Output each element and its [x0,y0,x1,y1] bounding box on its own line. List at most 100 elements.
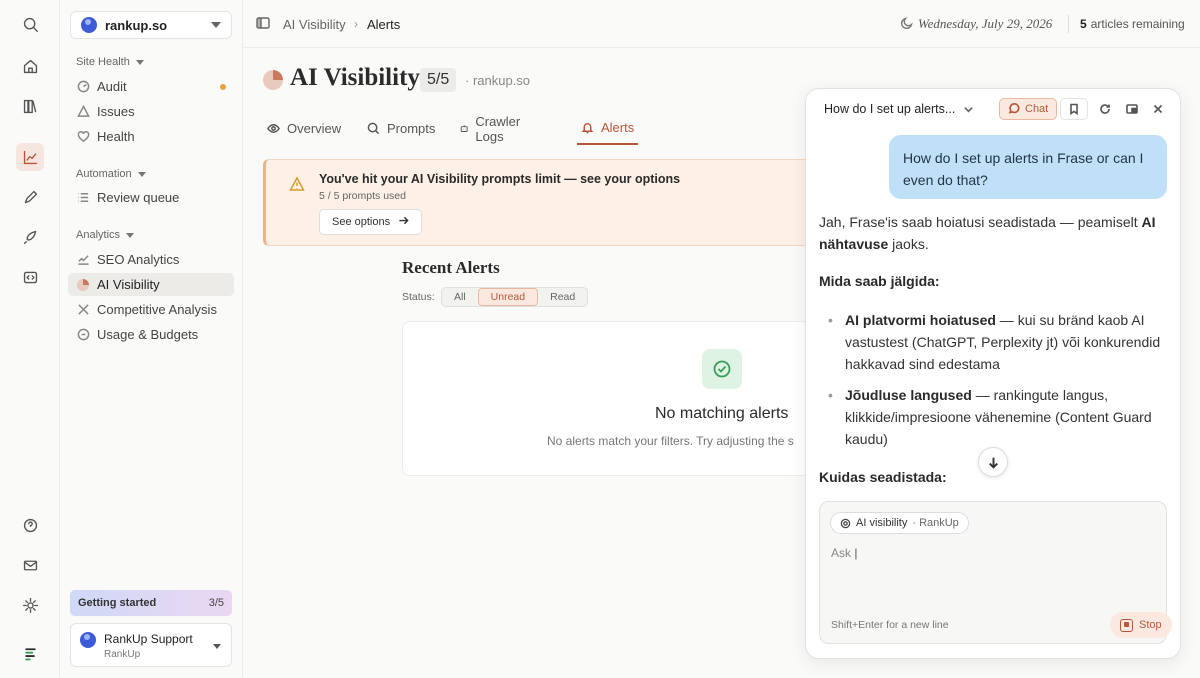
workspace-avatar [81,17,97,33]
breadcrumb-parent[interactable]: AI Visibility [283,17,346,32]
articles-label: articles remaining [1090,17,1185,31]
filter-read[interactable]: Read [538,288,587,306]
breadcrumb-current: Alerts [367,17,401,32]
arrow-right-icon [398,215,409,229]
check-circle-icon [702,349,742,389]
caret-down-icon [135,59,144,65]
scroll-down-button[interactable] [978,447,1008,477]
assistant-heading: Mida saab jälgida: [819,270,1169,292]
text-bold: Jõudluse langused [845,387,972,403]
sidebar-item-label: Review queue [97,190,180,205]
input-hint: Shift+Enter for a new line [831,619,949,631]
chat-input[interactable]: Ask | [831,546,857,560]
sidebar-item-usage-budgets[interactable]: Usage & Budgets [68,323,234,346]
heading-text: Kuidas seadistada: [819,469,947,485]
empty-subtitle: No alerts match your filters. Try adjust… [547,434,794,448]
chip-sub: · RankUp [912,517,959,529]
assistant-intro: Jah, Frase'is saab hoiatusi seadistada —… [819,211,1169,255]
tab-label: Crawler Logs [475,113,521,144]
see-options-button[interactable]: See options [319,209,423,235]
target-icon [840,518,851,528]
heart-icon [76,130,90,144]
mail-icon[interactable] [16,551,44,579]
home-icon[interactable] [16,52,44,80]
sidebar-item-label: Health [97,129,135,144]
rocket-icon[interactable] [16,223,44,251]
close-icon[interactable] [1150,101,1166,117]
button-label: See options [332,216,391,228]
window-icon[interactable] [1124,101,1140,117]
status-filter: All Unread Read [441,287,589,307]
help-icon[interactable] [16,511,44,539]
code-icon[interactable] [16,263,44,291]
stop-button[interactable]: Stop [1110,612,1172,638]
notification-dot [220,83,226,90]
conversation-selector[interactable]: How do I set up alerts... [824,102,974,116]
sidebar-item-label: Usage & Budgets [97,327,199,342]
sidebar-item-seo-analytics[interactable]: SEO Analytics [68,248,234,271]
sidebar-item-label: Competitive Analysis [97,302,217,317]
warning-icon [289,176,305,195]
chevron-right-icon: › [354,17,358,31]
chat-mode-button[interactable]: Chat [999,98,1058,120]
refresh-icon[interactable] [1097,101,1113,117]
sidebar-item-label: Issues [97,104,135,119]
workspace-name: rankup.so [105,17,168,33]
eye-icon [267,124,280,133]
gear-icon[interactable] [16,591,44,619]
context-chip[interactable]: AI visibility · RankUp [830,512,969,534]
current-date: Wednesday, July 29, 2026 [918,16,1053,31]
tab-prompts[interactable]: Prompts [367,112,435,145]
tab-crawler-logs[interactable]: Crawler Logs [460,112,525,145]
text-span: jaoks. [888,236,929,252]
text-span: Jah, Frase'is saab hoiatusi seadistada —… [819,214,1142,230]
section-label: Automation [76,168,132,180]
library-icon[interactable] [16,92,44,120]
section-analytics[interactable]: Analytics [76,229,135,241]
chart-icon[interactable] [16,143,44,171]
sidebar-item-review-queue[interactable]: Review queue [68,186,234,209]
sidebar-item-label: AI Visibility [97,277,160,292]
pen-icon[interactable] [16,183,44,211]
sidebar-toggle-icon[interactable] [256,16,270,30]
empty-title: No matching alerts [655,405,789,422]
filter-unread[interactable]: Unread [477,288,539,306]
sidebar-item-ai-visibility[interactable]: AI Visibility [68,273,234,296]
gauge-icon [76,80,90,94]
chevron-down-icon [211,22,221,28]
section-automation[interactable]: Automation [76,168,146,180]
section-site-health[interactable]: Site Health [76,56,144,68]
list-item: Jõudluse langused — rankingute langus, k… [819,384,1169,450]
warning-icon [76,105,90,119]
divider [1068,15,1069,33]
line-chart-icon [76,253,90,267]
empty-state: No matching alerts No alerts match your … [402,321,832,476]
stop-icon [1120,618,1133,632]
account-name: RankUp Support [104,632,193,646]
chat-panel: How do I set up alerts... Chat How do I … [805,88,1181,659]
sidebar-item-health[interactable]: Health [68,125,234,148]
sidebar-item-competitive-analysis[interactable]: Competitive Analysis [68,298,234,321]
filter-all[interactable]: All [442,288,478,306]
pie-chart-icon [76,278,90,292]
status-label: Status: [402,291,435,303]
sidebar: rankup.so Site Health Audit Issues Healt… [60,0,243,678]
workspace-switcher[interactable]: rankup.so [70,11,232,39]
account-switcher[interactable]: RankUp Support RankUp [70,623,232,667]
sidebar-item-issues[interactable]: Issues [68,100,234,123]
heading-text: Mida saab jälgida: [819,273,940,289]
assistant-list: AI platvormi hoiatused — kui su bränd ka… [819,309,1169,450]
chat-bubble-icon [1008,103,1020,114]
tab-label: Alerts [601,120,635,135]
getting-started-count: 3/5 [208,597,224,609]
getting-started-card[interactable]: Getting started 3/5 [70,590,232,616]
search-icon[interactable] [16,10,44,38]
tab-alerts[interactable]: Alerts [577,112,639,145]
bookmark-icon[interactable] [1060,98,1088,120]
getting-started-label: Getting started [78,597,157,609]
text-bold: AI platvormi hoiatused [845,312,996,328]
limit-banner: You've hit your AI Visibility prompts li… [263,159,823,246]
sidebar-item-audit[interactable]: Audit [68,75,234,98]
tab-overview[interactable]: Overview [267,112,341,145]
tab-label: Prompts [387,121,436,136]
